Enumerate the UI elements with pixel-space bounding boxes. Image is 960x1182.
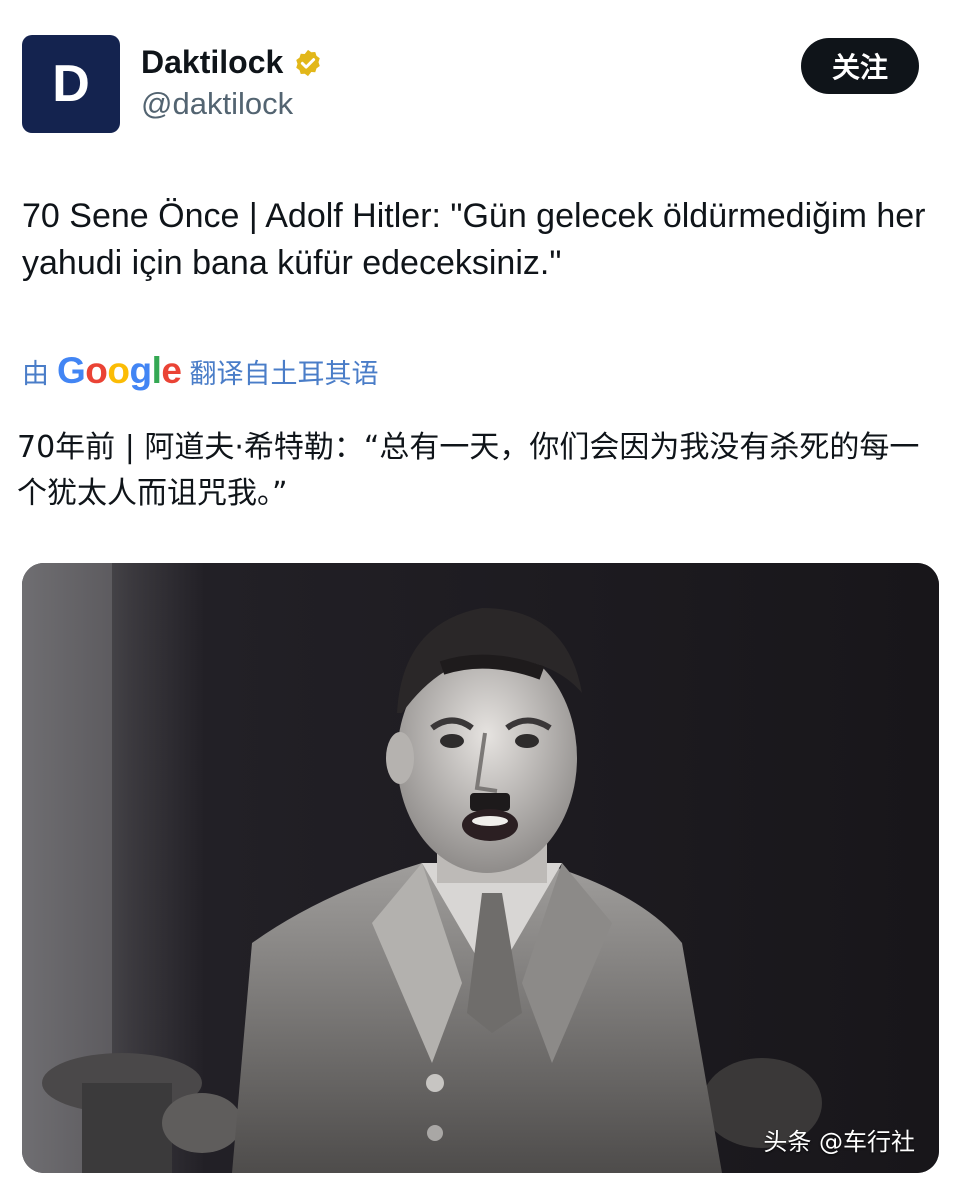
account-avatar[interactable]: D	[22, 35, 120, 133]
translated-tweet-text: 70年前 | 阿道夫·希特勒：“总有一天，你们会因为我没有杀死的每一个犹太人而诅…	[17, 430, 920, 511]
translate-prefix: 由	[22, 358, 49, 390]
tweet-text: 70 Sene Önce | Adolf Hitler: "Gün gelece…	[22, 197, 926, 282]
google-logo: Google	[57, 350, 182, 391]
account-name[interactable]: Daktilock	[141, 44, 283, 81]
translate-source-language: 翻译自土耳其语	[189, 358, 379, 390]
account-name-row: Daktilock	[141, 44, 323, 81]
photo-illustration	[22, 563, 939, 1173]
account-handle[interactable]: @daktilock	[141, 86, 293, 122]
translated-by-google[interactable]: 由 Google 翻译自土耳其语	[22, 350, 378, 392]
tweet-photo[interactable]: 头条 @车行社	[22, 563, 939, 1173]
watermark: 头条 @车行社	[763, 1128, 915, 1156]
avatar-logo-text: D	[52, 55, 89, 113]
verified-badge-icon	[296, 49, 321, 76]
follow-button[interactable]: 关注	[801, 38, 919, 94]
